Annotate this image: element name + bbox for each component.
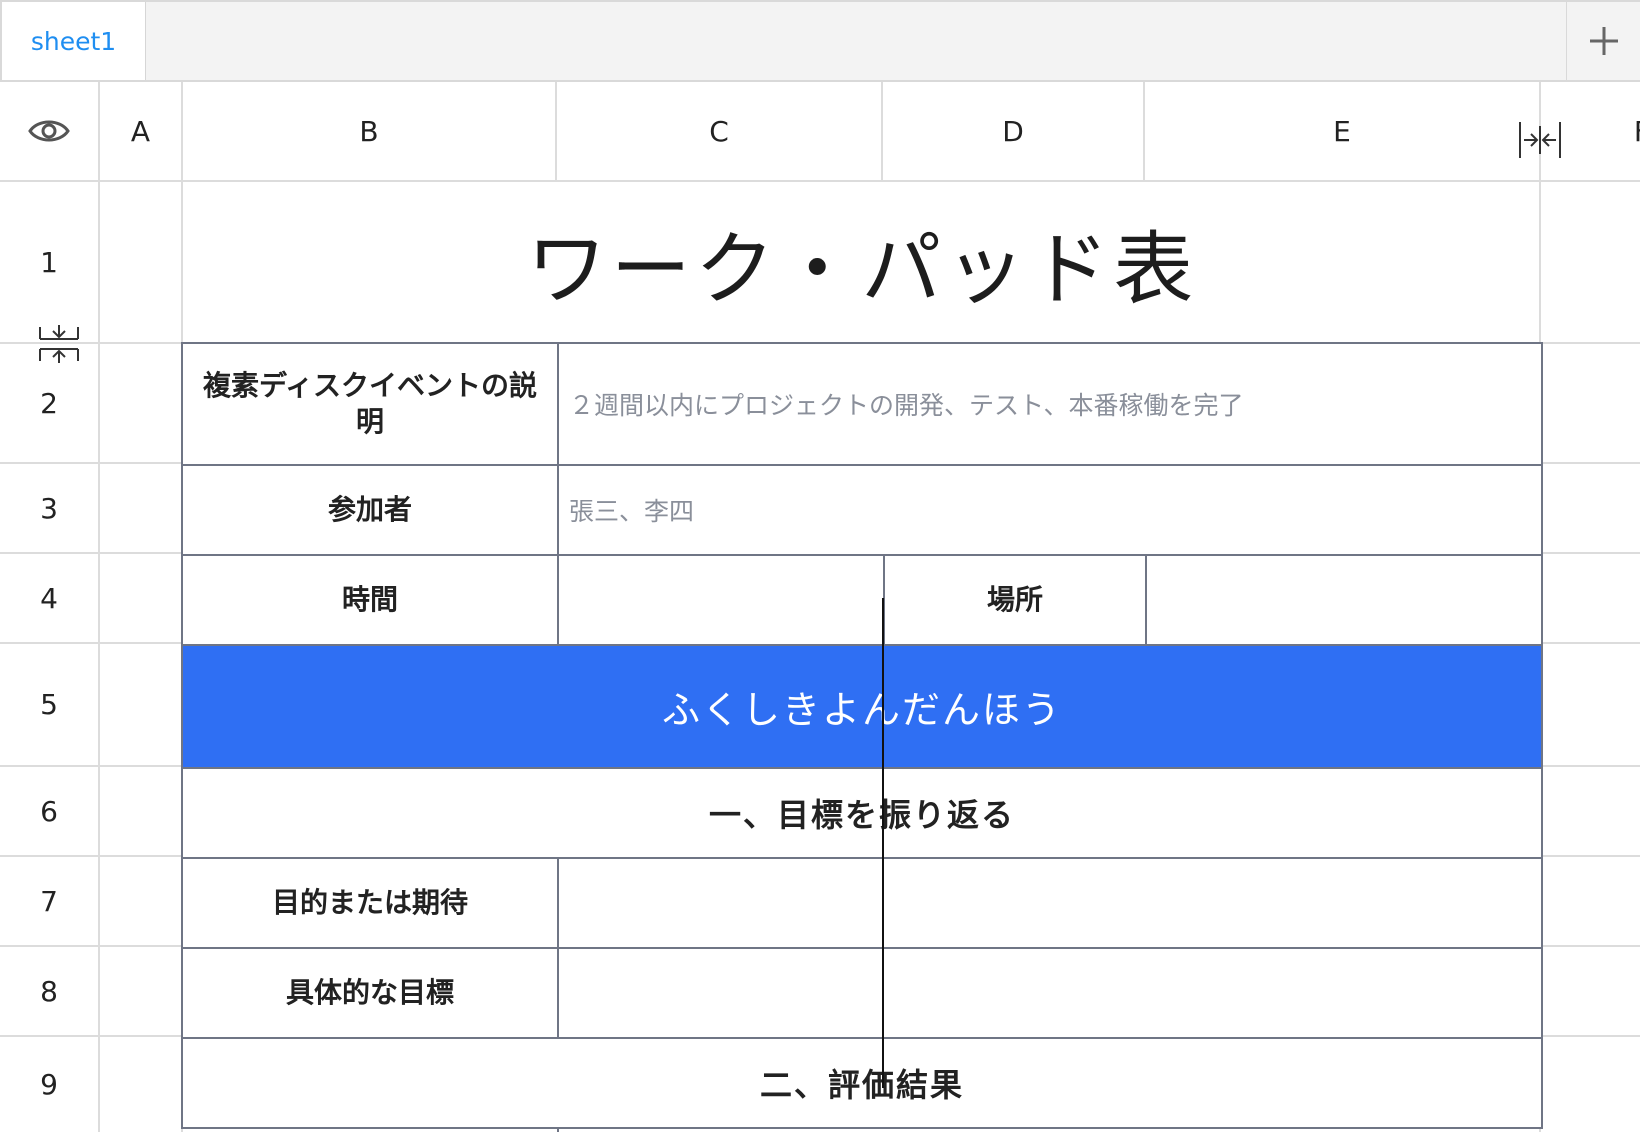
- column-resize-guide: [882, 598, 884, 1088]
- specific-goal-value[interactable]: [557, 947, 1543, 1039]
- grid-line: [1541, 462, 1640, 464]
- grid-line: [100, 342, 181, 344]
- row-header-1[interactable]: 1: [0, 182, 100, 344]
- row-expand-icon: [39, 325, 79, 363]
- plus-icon: [1589, 27, 1618, 55]
- grid-line: [100, 855, 181, 857]
- event-description-label[interactable]: 複素ディスクイベントの説明: [181, 342, 559, 466]
- add-sheet-button[interactable]: [1566, 2, 1640, 80]
- eye-icon: [28, 120, 70, 142]
- purpose-label[interactable]: 目的または期待: [181, 857, 559, 949]
- column-header-c[interactable]: C: [557, 82, 883, 182]
- sheet-title-cell[interactable]: ワーク・パッド表: [183, 182, 1541, 344]
- row-header-6[interactable]: 6: [0, 767, 100, 857]
- grid-line: [1541, 1035, 1640, 1037]
- grid-line: [1541, 642, 1640, 644]
- grid-line: [1541, 945, 1640, 947]
- participants-value[interactable]: 張三、李四: [557, 464, 1543, 556]
- row-header-8[interactable]: 8: [0, 947, 100, 1037]
- place-label[interactable]: 場所: [883, 554, 1147, 646]
- column-header-e[interactable]: E: [1145, 82, 1541, 182]
- grid-line: [100, 462, 181, 464]
- method-banner[interactable]: ふくしきよんだんほう: [181, 644, 1543, 769]
- column-header-b[interactable]: B: [183, 82, 557, 182]
- row-header-4[interactable]: 4: [0, 554, 100, 644]
- grid-line: [100, 642, 181, 644]
- row-header-3[interactable]: 3: [0, 464, 100, 554]
- row-expand-button[interactable]: [38, 323, 80, 365]
- grid-line: [1541, 552, 1640, 554]
- tab-sheet1[interactable]: sheet1: [2, 2, 146, 80]
- column-header-a[interactable]: A: [100, 82, 183, 182]
- grid-line: [1541, 855, 1640, 857]
- row-header-9[interactable]: 9: [0, 1037, 100, 1132]
- section-evaluation-results[interactable]: 二、評価結果: [181, 1037, 1543, 1129]
- place-value[interactable]: [1145, 554, 1543, 646]
- grid-line: [100, 552, 181, 554]
- time-value[interactable]: [557, 554, 885, 646]
- sheet-tab-bar: [0, 0, 1640, 82]
- column-collapse-button[interactable]: [1518, 118, 1562, 162]
- toggle-visibility-button[interactable]: [0, 82, 100, 182]
- specific-goal-label[interactable]: 具体的な目標: [181, 947, 559, 1039]
- column-collapse-icon: [1519, 122, 1561, 158]
- grid-line: [100, 765, 181, 767]
- section-review-goals[interactable]: 一、目標を振り返る: [181, 767, 1543, 859]
- grid-line: [100, 1035, 181, 1037]
- column-header-d[interactable]: D: [883, 82, 1145, 182]
- row-header-5[interactable]: 5: [0, 644, 100, 767]
- next-row-border: [181, 1127, 1543, 1129]
- time-label[interactable]: 時間: [181, 554, 559, 646]
- sheet-title: ワーク・パッド表: [526, 223, 1198, 316]
- grid-line: [1541, 765, 1640, 767]
- grid-line: [1541, 342, 1640, 344]
- purpose-value[interactable]: [557, 857, 1543, 949]
- grid-line: [100, 945, 181, 947]
- event-description-value[interactable]: ２週間以内にプロジェクトの開発、テスト、本番稼働を完了: [557, 342, 1543, 466]
- method-banner-text: ふくしきよんだんほう: [661, 688, 1062, 732]
- column-header-f-label: F: [1634, 115, 1640, 148]
- next-row-border: [557, 1127, 559, 1132]
- row-header-7[interactable]: 7: [0, 857, 100, 947]
- participants-label[interactable]: 参加者: [181, 464, 559, 556]
